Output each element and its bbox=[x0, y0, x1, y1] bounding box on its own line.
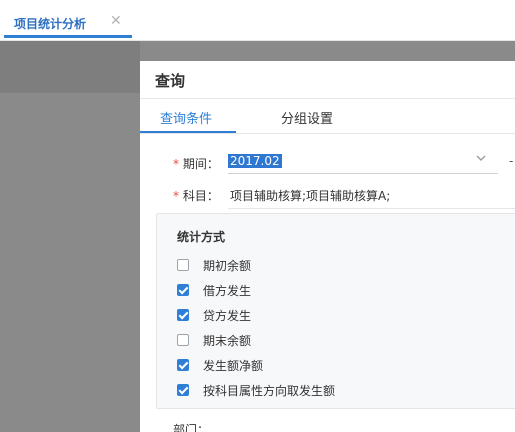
period-select[interactable]: 2017.02 bbox=[228, 151, 498, 174]
checkbox-checked-icon[interactable] bbox=[177, 284, 189, 296]
stat-method-panel: 统计方式 期初余额 借方发生 贷方发生 期末余额 发生额净额 按科目属性方向取发… bbox=[156, 213, 515, 409]
department-label: 部门： bbox=[173, 423, 210, 432]
tab-label: 项目统计分析 bbox=[14, 17, 87, 31]
subject-underline bbox=[228, 208, 515, 209]
range-separator: - bbox=[509, 154, 514, 168]
query-dialog: 查询 查询条件 分组设置 * 期间： 2017.02 - * 科目： 项目辅助核… bbox=[140, 61, 515, 432]
required-mark: * bbox=[173, 189, 179, 203]
overlay-band bbox=[0, 41, 140, 93]
stat-method-title: 统计方式 bbox=[177, 230, 226, 244]
option-label: 期初余额 bbox=[203, 259, 252, 273]
subject-label: 科目： bbox=[182, 189, 219, 203]
period-value: 2017.02 bbox=[228, 154, 282, 168]
required-mark: * bbox=[173, 157, 179, 171]
option-label: 借方发生 bbox=[203, 284, 252, 298]
checkbox-checked-icon[interactable] bbox=[177, 384, 189, 396]
option-label: 期末余额 bbox=[203, 334, 252, 348]
divider bbox=[140, 98, 515, 99]
period-label-group: * 期间： bbox=[173, 155, 219, 175]
dialog-title: 查询 bbox=[155, 72, 186, 90]
checkbox-checked-icon[interactable] bbox=[177, 359, 189, 371]
tab-group-settings[interactable]: 分组设置 bbox=[281, 108, 333, 127]
tab-query-conditions[interactable]: 查询条件 bbox=[160, 108, 212, 127]
chevron-down-icon[interactable] bbox=[476, 152, 486, 166]
tab-project-stats[interactable]: 项目统计分析 ✕ bbox=[4, 12, 132, 38]
option-label: 发生额净额 bbox=[203, 359, 264, 373]
checkbox-checked-icon[interactable] bbox=[177, 309, 189, 321]
subject-value[interactable]: 项目辅助核算;项目辅助核算A; bbox=[230, 187, 390, 204]
option-label: 贷方发生 bbox=[203, 309, 252, 323]
tab-bar: 项目统计分析 ✕ bbox=[0, 0, 515, 41]
close-icon[interactable]: ✕ bbox=[110, 13, 122, 29]
checkbox-unchecked-icon[interactable] bbox=[177, 259, 189, 271]
option-label: 按科目属性方向取发生额 bbox=[203, 384, 336, 398]
subject-label-group: * 科目： bbox=[173, 187, 219, 207]
divider bbox=[140, 133, 515, 134]
period-label: 期间： bbox=[182, 157, 219, 171]
checkbox-unchecked-icon[interactable] bbox=[177, 334, 189, 346]
